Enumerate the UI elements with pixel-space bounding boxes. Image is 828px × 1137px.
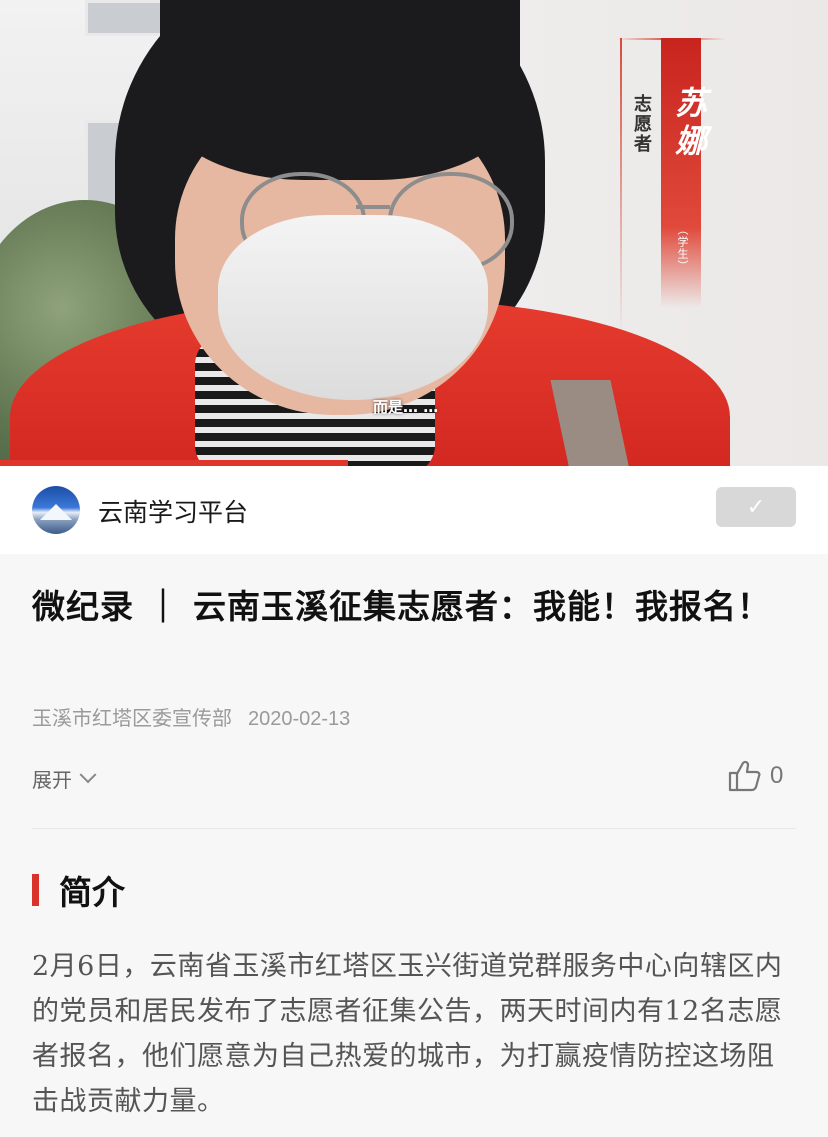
like-count: 0 <box>770 762 784 789</box>
channel-name[interactable]: 云南学习平台 <box>98 493 248 529</box>
article-meta: 玉溪市红塔区委宣传部 2020-02-13 <box>32 702 350 731</box>
article-date: 2020-02-13 <box>248 708 351 730</box>
chevron-down-icon <box>79 765 97 783</box>
intro-heading-label: 简介 <box>59 873 125 912</box>
article-title: 微纪录 ｜ 云南玉溪征集志愿者：我能！我报名！ <box>32 587 771 626</box>
check-icon: ✓ <box>746 494 766 519</box>
name-tag-name: 苏娜 <box>670 86 708 162</box>
avatar-mountain-icon <box>40 504 72 520</box>
channel-avatar[interactable] <box>32 486 80 534</box>
article-source: 玉溪市红塔区委宣传部 <box>32 708 232 730</box>
video-person-bangs <box>160 0 520 180</box>
video-subtitle: 而是… … <box>373 398 439 416</box>
video-player[interactable]: 志愿者 苏娜 （学生） 而是… … <box>0 0 828 466</box>
expand-button[interactable]: 展开 <box>32 764 97 793</box>
name-tag-role: 志愿者 <box>631 94 652 154</box>
thumbs-up-icon <box>728 760 761 792</box>
expand-label: 展开 <box>32 770 72 792</box>
like-button[interactable]: 0 <box>728 760 783 792</box>
follow-button[interactable]: ✓ <box>716 487 796 527</box>
video-name-tag: 志愿者 苏娜 （学生） <box>616 38 726 338</box>
intro-body: 2月6日，云南省玉溪市红塔区玉兴街道党群服务中心向辖区内的党员和居民发布了志愿者… <box>32 951 783 1117</box>
name-tag-rail <box>620 38 622 338</box>
heading-accent-bar <box>32 874 39 906</box>
video-person-mask <box>218 215 488 400</box>
name-tag-subtitle: （学生） <box>676 224 689 272</box>
divider <box>32 828 796 829</box>
intro-heading: 简介 <box>32 866 125 914</box>
video-person-glasses-bridge <box>356 205 390 209</box>
